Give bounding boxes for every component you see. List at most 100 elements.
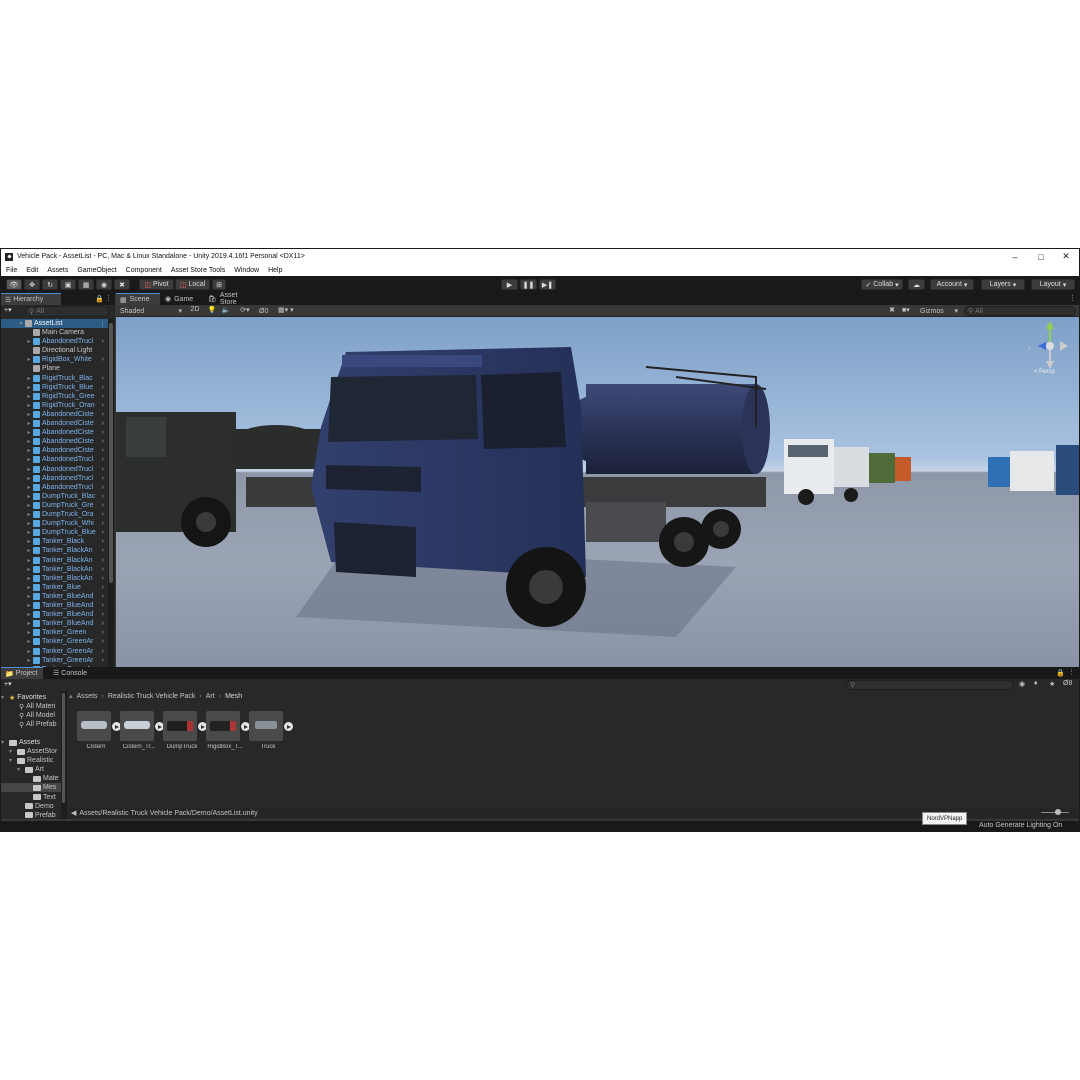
expand-arrow-icon[interactable]: ▸	[25, 529, 33, 536]
rotate-tool-icon[interactable]: ↻	[42, 279, 58, 290]
open-prefab-icon[interactable]: ›	[102, 402, 104, 409]
hierarchy-item[interactable]: ▸ Tanker_BlackAn ›	[1, 574, 107, 583]
close-icon[interactable]: ✕	[1053, 249, 1079, 264]
pivot-toggle[interactable]: ◫ Pivot	[139, 279, 174, 290]
hierarchy-item[interactable]: ▸ AbandonedCiste ›	[1, 410, 107, 419]
breadcrumb-assets[interactable]: Assets	[77, 693, 98, 700]
maximize-icon[interactable]: □	[1028, 249, 1054, 264]
open-prefab-icon[interactable]: ›	[102, 520, 104, 527]
expand-arrow-icon[interactable]: ▾	[17, 766, 25, 773]
expand-arrow-icon[interactable]: ▸	[25, 475, 33, 482]
open-prefab-icon[interactable]: ›	[102, 584, 104, 591]
play-button[interactable]: ▶	[501, 279, 518, 290]
breadcrumb-pack[interactable]: Realistic Truck Vehicle Pack	[108, 693, 196, 700]
expand-arrow-icon[interactable]: ▸	[25, 538, 33, 545]
hierarchy-item[interactable]: ▸ Tanker_BlueAnd ›	[1, 610, 107, 619]
folder-item[interactable]: ▾ AssetStor	[1, 747, 65, 756]
open-prefab-icon[interactable]: ›	[102, 557, 104, 564]
audio-toggle-icon[interactable]: 🔈	[220, 306, 232, 316]
zoom-slider[interactable]	[1041, 809, 1069, 815]
open-prefab-icon[interactable]: ›	[102, 393, 104, 400]
hierarchy-item[interactable]: Plane	[1, 364, 107, 373]
menu-component[interactable]: Component	[126, 267, 162, 274]
lock-icon[interactable]: 🔒	[95, 295, 104, 303]
scale-tool-icon[interactable]: ▣	[60, 279, 76, 290]
more-icon[interactable]: ⋮	[99, 320, 106, 328]
expand-arrow-icon[interactable]: ▸	[25, 402, 33, 409]
hierarchy-item[interactable]: ▸ Tanker_BlueAnd ›	[1, 601, 107, 610]
expand-arrow-icon[interactable]: ▸	[25, 466, 33, 473]
open-prefab-icon[interactable]: ›	[102, 575, 104, 582]
filter-type-icon[interactable]: ◉	[1019, 680, 1025, 688]
breadcrumb-art[interactable]: Art	[206, 693, 215, 700]
menu-assets[interactable]: Assets	[47, 267, 68, 274]
more-icon[interactable]: ⋮	[105, 294, 112, 302]
folder-tree-scrollbar[interactable]	[61, 691, 66, 819]
open-prefab-icon[interactable]: ›	[102, 547, 104, 554]
expand-arrow-icon[interactable]: ▸	[25, 557, 33, 564]
menu-window[interactable]: Window	[234, 267, 259, 274]
expand-arrow-icon[interactable]: ▸	[25, 384, 33, 391]
open-prefab-icon[interactable]: ›	[102, 602, 104, 609]
hierarchy-item[interactable]: ▸ RigidTruck_Blac ›	[1, 374, 107, 383]
asset-truck[interactable]: Truck	[249, 711, 293, 756]
hierarchy-item[interactable]: ▸ Tanker_BlackAn ›	[1, 546, 107, 555]
expand-arrow-icon[interactable]: ▸	[25, 575, 33, 582]
menu-file[interactable]: File	[6, 267, 17, 274]
hierarchy-item[interactable]: ▸ DumpTruck_Whi ›	[1, 519, 107, 528]
hierarchy-search-input[interactable]: ⚲ All	[25, 306, 109, 317]
expand-arrow-icon[interactable]: ▾	[9, 748, 17, 755]
expand-arrow-icon[interactable]: ▸	[25, 375, 33, 382]
expand-arrow-icon[interactable]: ▸	[25, 411, 33, 418]
expand-arrow-icon[interactable]: ▸	[25, 502, 33, 509]
open-prefab-icon[interactable]: ›	[102, 529, 104, 536]
tab-game[interactable]: ◉ Game	[161, 293, 197, 305]
expand-arrow-icon[interactable]: ▸	[25, 456, 33, 463]
expand-arrow-icon[interactable]: ▸	[25, 657, 33, 664]
hierarchy-item[interactable]: ▸ DumpTruck_Blue ›	[1, 528, 107, 537]
open-prefab-icon[interactable]: ›	[102, 429, 104, 436]
expand-arrow-icon[interactable]: ▸	[25, 611, 33, 618]
hierarchy-item[interactable]: ▸ AbandonedTrucl ›	[1, 337, 107, 346]
open-prefab-icon[interactable]: ›	[102, 611, 104, 618]
hierarchy-item[interactable]: ▸ Tanker_Blue ›	[1, 583, 107, 592]
breadcrumb-mesh[interactable]: Mesh	[225, 693, 242, 700]
tab-console[interactable]: ☰ Console	[49, 667, 89, 679]
scroll-thumb[interactable]	[109, 323, 113, 583]
open-prefab-icon[interactable]: ›	[102, 657, 104, 664]
open-prefab-icon[interactable]: ›	[102, 447, 104, 454]
menu-help[interactable]: Help	[268, 267, 282, 274]
hierarchy-item[interactable]: ▸ Tanker_GreenAr ›	[1, 637, 107, 646]
2d-toggle[interactable]: 2D	[188, 306, 202, 316]
scene-viewport[interactable]: z < Persp	[116, 317, 1079, 667]
transform-tool-icon[interactable]: ◉	[96, 279, 112, 290]
expand-arrow-icon[interactable]: ▾	[1, 694, 9, 701]
folder-item[interactable]: Prefab	[1, 811, 65, 820]
tools-icon[interactable]: ✖	[886, 306, 898, 316]
grid-dropdown-icon[interactable]: ▦▾ ▾	[278, 306, 302, 316]
step-button[interactable]: ▶❚	[539, 279, 556, 290]
open-prefab-icon[interactable]: ›	[102, 538, 104, 545]
expand-arrow-icon[interactable]: ▸	[25, 629, 33, 636]
folder-item[interactable]: Mes	[1, 783, 65, 793]
open-prefab-icon[interactable]: ›	[102, 375, 104, 382]
expand-arrow-icon[interactable]: ▾	[9, 757, 17, 764]
hierarchy-scrollbar[interactable]	[108, 319, 114, 667]
create-asset-button[interactable]: +▾	[4, 680, 12, 688]
open-prefab-icon[interactable]: ›	[102, 502, 104, 509]
open-prefab-icon[interactable]: ›	[102, 493, 104, 500]
open-prefab-icon[interactable]: ›	[102, 475, 104, 482]
folder-item[interactable]: ▾ Realistic	[1, 756, 65, 765]
filter-label-icon[interactable]: ♦	[1034, 680, 1038, 687]
hierarchy-item[interactable]: ▸ Tanker_GreenAr ›	[1, 656, 107, 665]
tree-root-assetlist[interactable]: ▾ AssetList ⋮	[1, 319, 109, 328]
expand-arrow-icon[interactable]: ▸	[25, 484, 33, 491]
cloud-icon[interactable]: ☁	[908, 279, 925, 290]
expand-arrow-icon[interactable]: ▸	[25, 584, 33, 591]
scene-search-input[interactable]: ⚲ All	[964, 306, 1076, 316]
tab-scene[interactable]: ▦ Scene	[116, 293, 160, 305]
asset-dumptruck[interactable]: DumpTruck	[163, 711, 207, 756]
expand-arrow-icon[interactable]: ▸	[25, 511, 33, 518]
open-prefab-icon[interactable]: ›	[102, 620, 104, 627]
hierarchy-item[interactable]: ▸ Tanker_GreenAr ›	[1, 647, 107, 656]
